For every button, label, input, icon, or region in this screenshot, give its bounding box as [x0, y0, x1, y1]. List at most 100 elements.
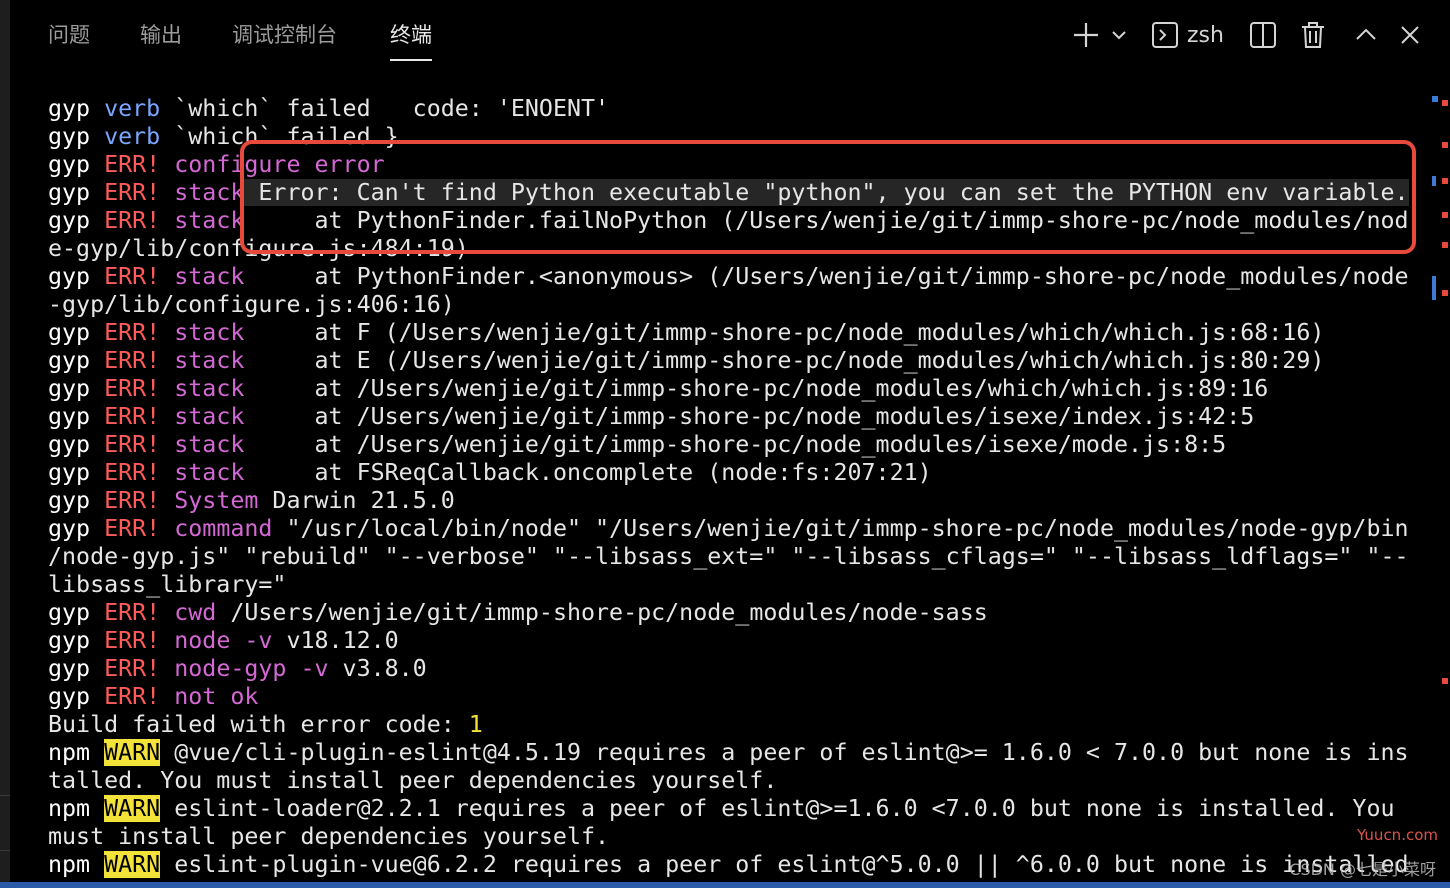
ruler-mark — [1432, 276, 1436, 300]
ruler-mark — [1432, 176, 1436, 186]
log-text: "/usr/local/bin/node" "/Users/wenjie/git… — [272, 515, 1409, 542]
terminal-line: gyp ERR! stack at E (/Users/wenjie/git/i… — [48, 347, 1418, 375]
terminal-dropdown-button[interactable] — [1110, 18, 1128, 52]
log-key: stack — [160, 179, 245, 206]
terminal-output[interactable]: gyp verb `which` failed code: 'ENOENT' gy… — [48, 95, 1418, 879]
site-watermark: Yuucn.com — [1356, 826, 1438, 844]
terminal-icon — [1151, 21, 1179, 49]
log-text: /node-gyp.js" "rebuild" "--verbose" "--l… — [48, 543, 1409, 570]
log-level-err: ERR! — [104, 207, 161, 234]
log-prefix: gyp — [48, 123, 91, 150]
shell-name: zsh — [1187, 22, 1224, 48]
log-level-err: ERR! — [104, 151, 161, 178]
chevron-up-icon — [1354, 23, 1378, 47]
log-prefix: gyp — [48, 487, 91, 514]
terminal-line: gyp ERR! node -v v18.12.0 — [48, 627, 1418, 655]
log-prefix: npm — [48, 795, 91, 822]
log-text: @vue/cli-plugin-eslint@4.5.19 requires a… — [160, 739, 1409, 766]
log-prefix: gyp — [48, 515, 91, 542]
log-key: node-gyp -v — [160, 655, 329, 682]
log-prefix: npm — [48, 739, 91, 766]
log-key: stack — [160, 263, 245, 290]
terminal-line: gyp ERR! stack at F (/Users/wenjie/git/i… — [48, 319, 1418, 347]
log-level-err: ERR! — [104, 347, 161, 374]
terminal-line: gyp ERR! stack Error: Can't find Python … — [48, 179, 1418, 207]
log-text: at PythonFinder.<anonymous> (/Users/wenj… — [244, 263, 1409, 290]
log-prefix: gyp — [48, 431, 91, 458]
log-prefix: gyp — [48, 151, 91, 178]
split-terminal-button[interactable] — [1249, 18, 1277, 52]
ruler-mark — [1442, 100, 1448, 106]
log-text: e-gyp/lib/configure.js:484:19) — [48, 235, 469, 262]
tab-output[interactable]: 输出 — [140, 20, 182, 50]
log-prefix: gyp — [48, 95, 91, 122]
tab-debug-console[interactable]: 调试控制台 — [232, 20, 337, 50]
log-level-err: ERR! — [104, 431, 161, 458]
close-panel-button[interactable] — [1399, 18, 1421, 52]
scrollbar-overview-ruler[interactable] — [1428, 90, 1450, 800]
terminal-line: e-gyp/lib/configure.js:484:19) — [48, 235, 1418, 263]
log-level-err: ERR! — [104, 375, 161, 402]
log-key: command — [160, 515, 273, 542]
terminal-line: /node-gyp.js" "rebuild" "--verbose" "--l… — [48, 543, 1418, 571]
terminal-line: gyp ERR! node-gyp -v v3.8.0 — [48, 655, 1418, 683]
log-text: v3.8.0 — [328, 655, 427, 682]
new-terminal-button[interactable] — [1072, 18, 1100, 52]
log-text: at /Users/wenjie/git/immp-shore-pc/node_… — [244, 431, 1227, 458]
log-prefix: gyp — [48, 403, 91, 430]
log-key: stack — [160, 459, 245, 486]
log-text: at /Users/wenjie/git/immp-shore-pc/node_… — [244, 375, 1269, 402]
log-key: node -v — [160, 627, 273, 654]
log-text: eslint-plugin-vue@6.2.2 requires a peer … — [160, 851, 1409, 878]
kill-terminal-button[interactable] — [1300, 18, 1326, 52]
log-text: at PythonFinder.failNoPython (/Users/wen… — [244, 207, 1409, 234]
ruler-mark — [1442, 178, 1448, 184]
log-level-warn: WARN — [104, 851, 161, 878]
strip-divider — [0, 795, 10, 796]
ruler-mark — [1442, 678, 1448, 684]
log-prefix: gyp — [48, 347, 91, 374]
left-edge-strip — [0, 0, 10, 888]
terminal-line: gyp ERR! stack at PythonFinder.<anonymou… — [48, 263, 1418, 291]
log-text: at E (/Users/wenjie/git/immp-shore-pc/no… — [244, 347, 1325, 374]
ruler-mark — [1442, 242, 1448, 248]
log-level-warn: WARN — [104, 795, 161, 822]
split-icon — [1249, 21, 1277, 49]
chevron-down-icon — [1110, 26, 1128, 44]
maximize-panel-button[interactable] — [1354, 18, 1378, 52]
log-level-err: ERR! — [104, 179, 161, 206]
ruler-mark — [1442, 142, 1448, 148]
terminal-line: must install peer dependencies yourself. — [48, 823, 1418, 851]
tab-terminal[interactable]: 终端 — [390, 20, 432, 61]
log-level-err: ERR! — [104, 459, 161, 486]
log-key: cwd — [160, 599, 217, 626]
log-text: Darwin 21.5.0 — [258, 487, 455, 514]
log-text: libsass_library=" — [48, 571, 287, 598]
log-level-err: ERR! — [104, 403, 161, 430]
log-text: Build failed with error code: — [48, 711, 469, 738]
log-level-err: ERR! — [104, 515, 161, 542]
log-prefix: gyp — [48, 459, 91, 486]
log-key: stack — [160, 403, 245, 430]
log-level-err: ERR! — [104, 319, 161, 346]
log-level-err: ERR! — [104, 655, 161, 682]
log-prefix: gyp — [48, 179, 91, 206]
log-level-verb: verb — [104, 95, 161, 122]
terminal-line: gyp ERR! cwd /Users/wenjie/git/immp-shor… — [48, 599, 1418, 627]
terminal-line: gyp ERR! stack at FSReqCallback.oncomple… — [48, 459, 1418, 487]
log-text: at /Users/wenjie/git/immp-shore-pc/node_… — [244, 403, 1255, 430]
shell-selector[interactable]: zsh — [1151, 18, 1224, 52]
tab-problems[interactable]: 问题 — [48, 20, 90, 50]
ruler-mark — [1442, 290, 1448, 296]
